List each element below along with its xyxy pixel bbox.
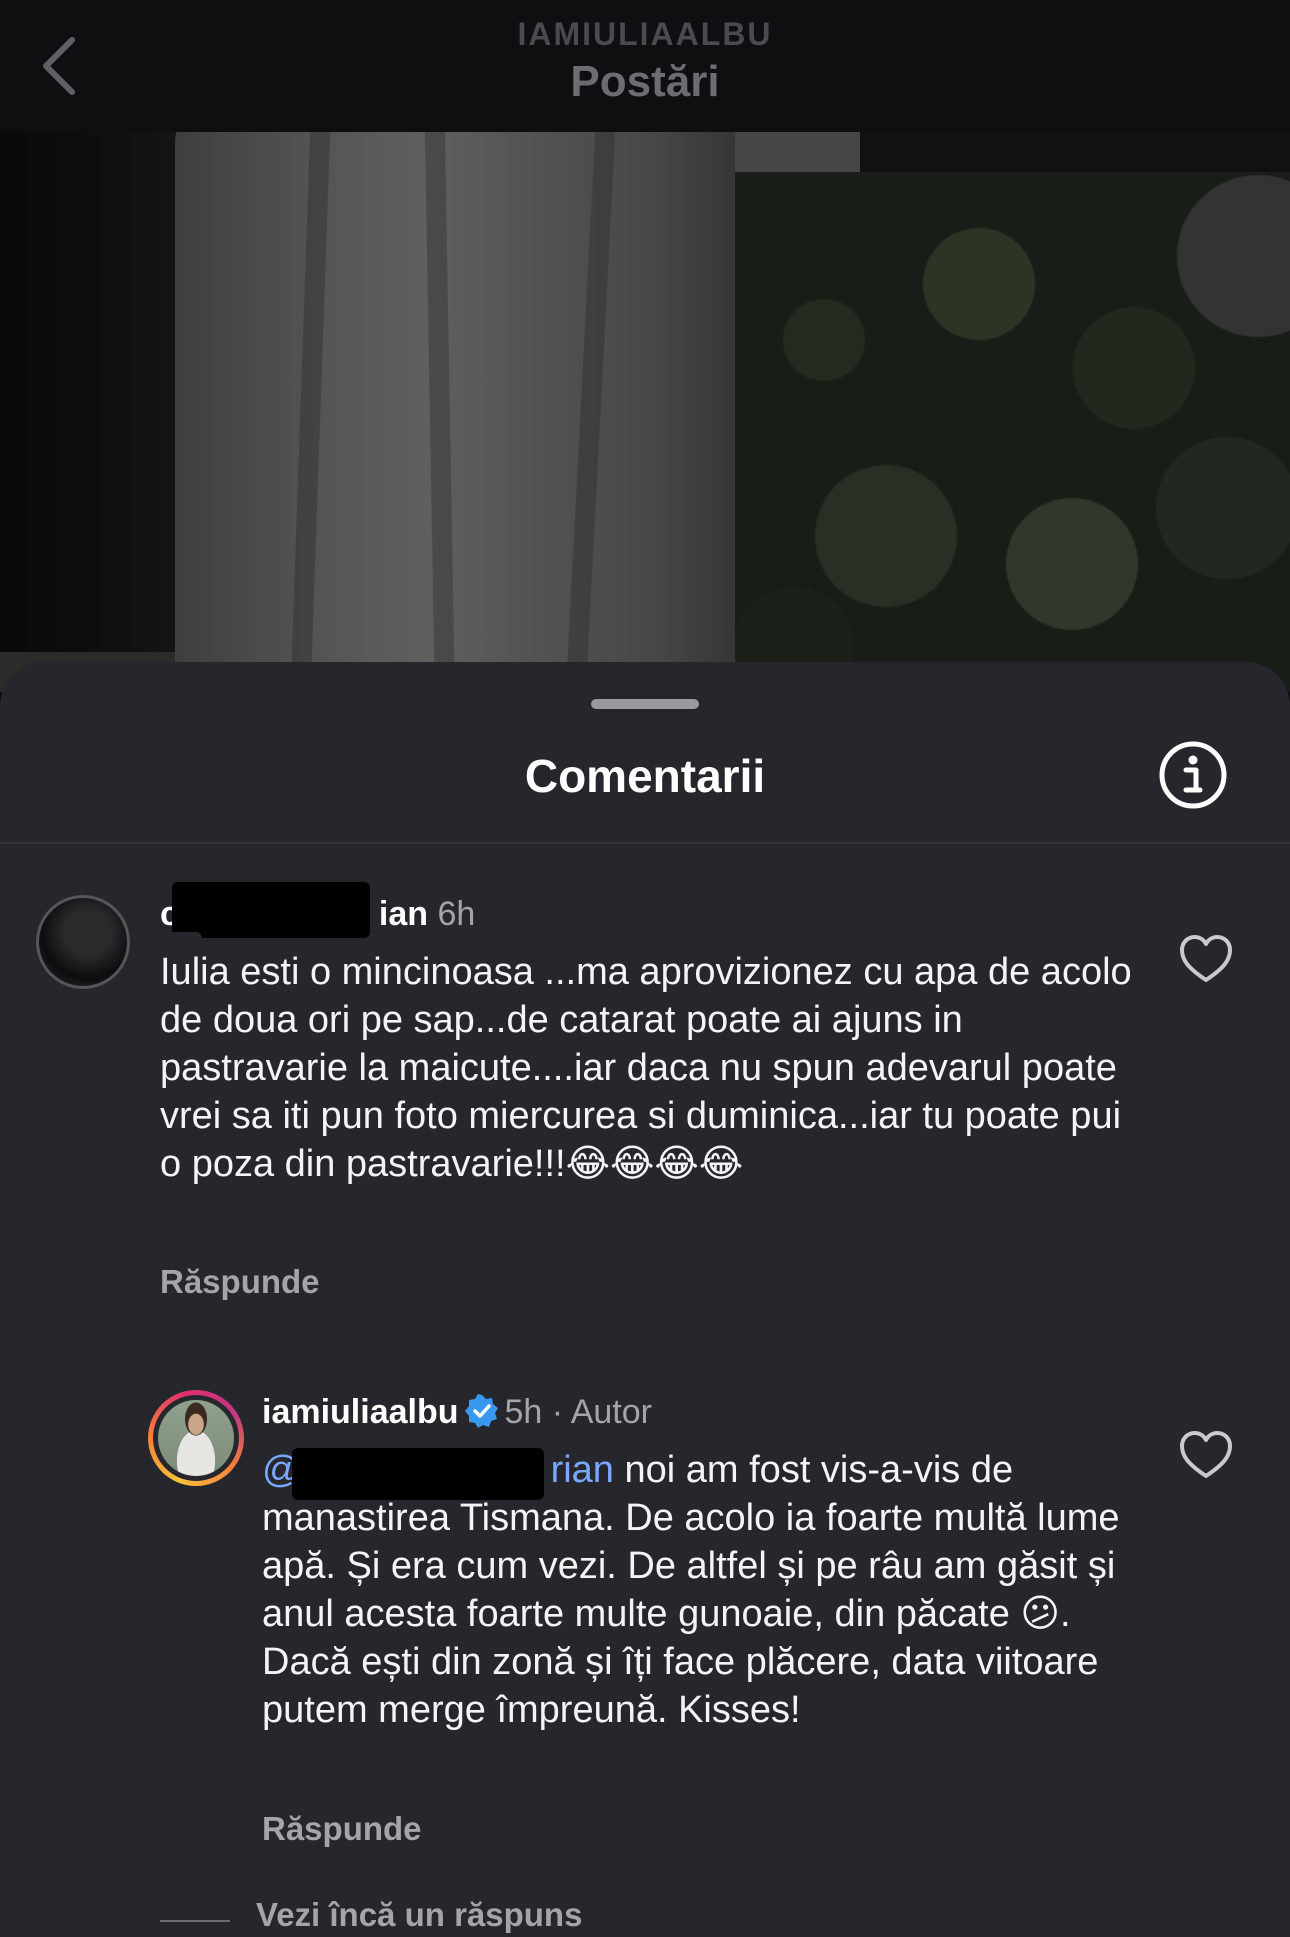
redaction-mark xyxy=(292,1448,544,1500)
sheet-title: Comentarii xyxy=(524,750,766,802)
sheet-grabber[interactable] xyxy=(591,699,699,709)
comment-time: 6h xyxy=(437,895,476,933)
meta-separator: · xyxy=(551,1393,564,1431)
verified-badge-icon xyxy=(464,1394,499,1439)
reply-button[interactable]: Răspunde xyxy=(160,1263,320,1301)
avatar[interactable] xyxy=(36,895,130,989)
username-end[interactable]: ian xyxy=(379,895,428,933)
like-button[interactable] xyxy=(1178,1428,1234,1484)
page-title: Postări xyxy=(570,57,720,106)
info-icon xyxy=(1159,741,1227,809)
text-cover xyxy=(160,932,202,950)
more-replies-line xyxy=(160,1920,230,1922)
heart-outline-icon xyxy=(1180,935,1232,982)
info-button[interactable] xyxy=(1158,740,1228,810)
comment-text: Iulia esti o mincinoasa ...ma aprovizion… xyxy=(160,951,1132,1185)
sheet-divider xyxy=(0,842,1290,844)
mention-end[interactable]: rian xyxy=(551,1449,614,1491)
view-more-replies-button[interactable]: Vezi încă un răspuns xyxy=(256,1896,582,1934)
nav-titles: IAMIULIAALBU Postări xyxy=(0,14,1290,110)
comment-time: 5h xyxy=(504,1393,543,1431)
username[interactable]: iamiuliaalbu xyxy=(262,1393,459,1431)
like-button[interactable] xyxy=(1178,932,1234,988)
heart-outline-icon xyxy=(1180,1431,1232,1478)
avatar-photo xyxy=(158,1400,234,1476)
reply-button[interactable]: Răspunde xyxy=(262,1810,422,1848)
photo-dim-overlay xyxy=(0,132,1290,692)
avatar-ring-gap xyxy=(153,1395,239,1481)
avatar[interactable] xyxy=(148,1390,244,1486)
account-name: IAMIULIAALBU xyxy=(517,16,773,52)
top-navigation-bar: IAMIULIAALBU Postări xyxy=(0,0,1290,132)
redaction-mark xyxy=(172,882,370,938)
author-label: Autor xyxy=(570,1393,652,1431)
comment-meta: iamiuliaalbu 5h · Autor xyxy=(262,1390,652,1439)
